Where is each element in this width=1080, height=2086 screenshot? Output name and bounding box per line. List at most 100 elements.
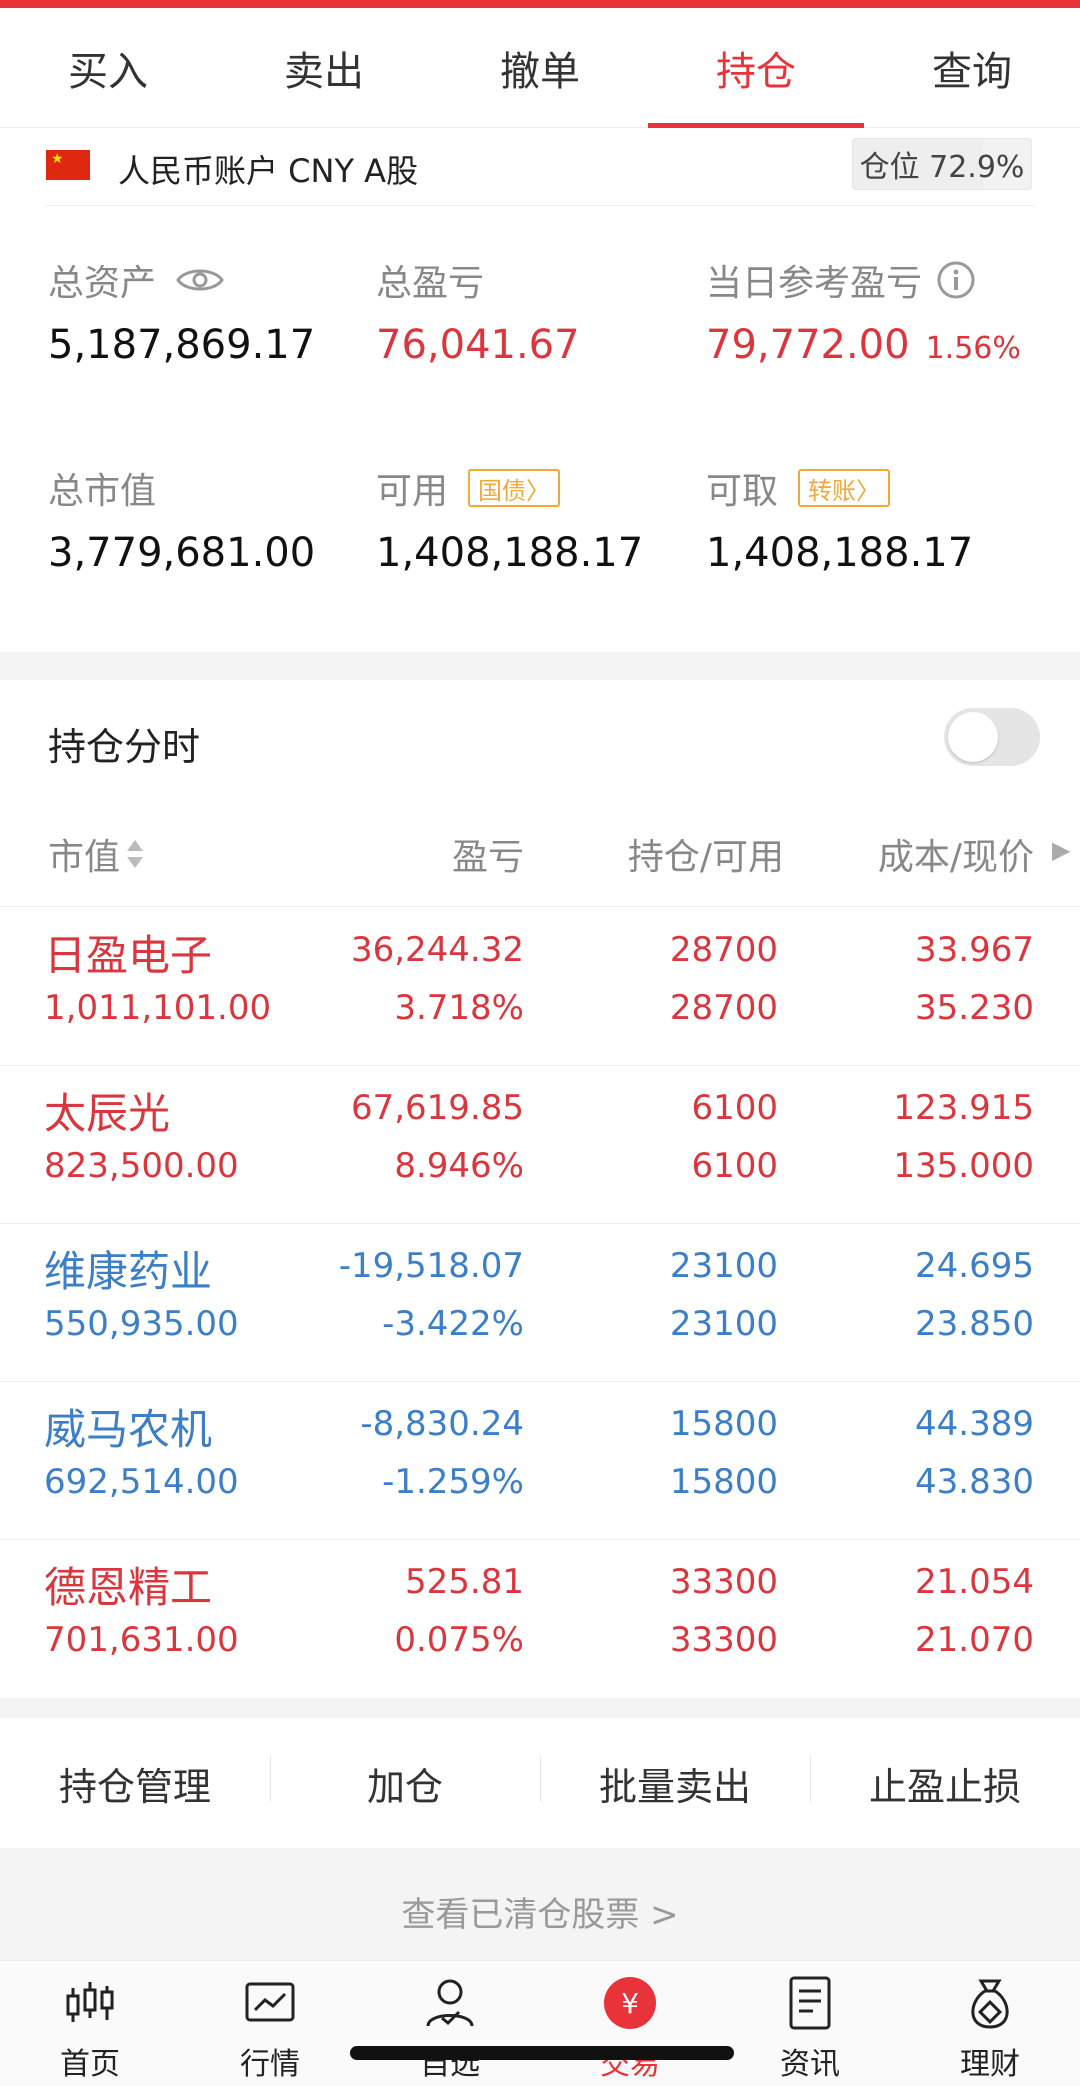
position-ratio-badge: 仓位 72.9% <box>852 138 1032 190</box>
add-position-button[interactable]: 加仓 <box>270 1755 540 1811</box>
table-row[interactable]: 日盈电子 1,011,101.00 36,244.32 3.718% 28700… <box>0 908 1080 1066</box>
treasury-bond-label: 国债 <box>478 476 527 505</box>
stock-cost: 44.389 <box>915 1404 1034 1444</box>
holdings-actions-bar: 持仓管理 加仓 批量卖出 止盈止损 <box>0 1718 1080 1848</box>
transfer-label: 转账 <box>808 476 857 505</box>
treasury-bond-link[interactable]: 国债〉 <box>468 469 561 507</box>
nav-label: 理财 <box>960 2047 1020 2082</box>
day-pl-percent: 1.56% <box>925 331 1021 366</box>
stock-price: 43.830 <box>915 1462 1034 1502</box>
stock-available: 23100 <box>669 1304 778 1344</box>
stock-available: 6100 <box>691 1146 778 1186</box>
market-value-label: 总市值 <box>48 471 157 512</box>
table-row[interactable]: 维康药业 550,935.00 -19,518.07 -3.422% 23100… <box>0 1224 1080 1382</box>
tab-buy[interactable]: 买入 <box>0 8 216 127</box>
transfer-link[interactable]: 转账〉 <box>798 469 891 507</box>
stock-market-value: 1,011,101.00 <box>44 988 272 1028</box>
stock-position: 6100 <box>691 1088 778 1128</box>
account-label: 人民币账户 CNY A股 <box>118 152 419 190</box>
stock-name: 维康药业 <box>44 1247 213 1296</box>
scroll-right-icon[interactable]: ▶ <box>1052 836 1070 864</box>
stock-position: 28700 <box>669 930 778 970</box>
stock-pl-percent: -3.422% <box>382 1304 524 1344</box>
tab-cancel[interactable]: 撤单 <box>432 8 648 127</box>
eye-icon[interactable] <box>176 265 224 295</box>
tab-query[interactable]: 查询 <box>864 8 1080 127</box>
nav-label: 行情 <box>240 2047 300 2082</box>
header-pl[interactable]: 盈亏 <box>452 828 524 880</box>
total-assets-label-text: 总资产 <box>48 263 157 304</box>
account-row[interactable]: ★ 人民币账户 CNY A股 仓位 72.9% <box>0 128 1080 206</box>
view-cleared-stocks-link[interactable]: 查看已清仓股票 > <box>0 1848 1080 1974</box>
day-pl-label-text: 当日参考盈亏 <box>706 263 923 304</box>
header-divider <box>0 906 1080 907</box>
stock-position: 15800 <box>669 1404 778 1444</box>
holdings-intraday-toggle[interactable] <box>944 708 1040 766</box>
header-market-value[interactable]: 市值 <box>48 828 146 880</box>
sort-icon <box>127 840 144 868</box>
table-row[interactable]: 德恩精工 701,631.00 525.81 0.075% 33300 3330… <box>0 1540 1080 1698</box>
stock-pl: 36,244.32 <box>350 930 524 970</box>
stock-pl: 525.81 <box>405 1562 524 1602</box>
chevron-right-icon: 〉 <box>526 476 551 505</box>
stock-position: 33300 <box>669 1562 778 1602</box>
available-label-text: 可用 <box>376 471 449 512</box>
yuan-icon: ¥ <box>600 1973 660 2033</box>
stock-cost: 24.695 <box>915 1246 1034 1286</box>
nav-wealth[interactable]: 理财 <box>900 1961 1080 2086</box>
trade-tabs: 买入 卖出 撤单 持仓 查询 <box>0 8 1080 128</box>
svg-text:¥: ¥ <box>621 1987 639 2020</box>
stock-price: 21.070 <box>915 1620 1034 1660</box>
stock-cost: 123.915 <box>893 1088 1034 1128</box>
table-row[interactable]: 太辰光 823,500.00 67,619.85 8.946% 6100 610… <box>0 1066 1080 1224</box>
withdrawable-value: 1,408,188.17 <box>706 530 974 576</box>
header-position-available[interactable]: 持仓/可用 <box>628 828 784 880</box>
nav-home[interactable]: 首页 <box>0 1961 180 2086</box>
day-pl-label: 当日参考盈亏 <box>706 254 976 306</box>
stock-available: 28700 <box>669 988 778 1028</box>
divider <box>46 205 1034 206</box>
tab-holdings[interactable]: 持仓 <box>648 8 864 128</box>
holdings-intraday-title: 持仓分时 <box>48 725 201 769</box>
stock-market-value: 823,500.00 <box>44 1146 239 1186</box>
nav-trade[interactable]: ¥ 交易 <box>540 1961 720 2086</box>
withdrawable-label-text: 可取 <box>706 471 779 512</box>
stock-pl-percent: 3.718% <box>394 988 524 1028</box>
total-pl-value: 76,041.67 <box>376 322 580 368</box>
stock-available: 15800 <box>669 1462 778 1502</box>
stock-pl-percent: 0.075% <box>394 1620 524 1660</box>
stock-pl: -19,518.07 <box>338 1246 524 1286</box>
manage-holdings-button[interactable]: 持仓管理 <box>0 1756 270 1811</box>
take-profit-stop-loss-button[interactable]: 止盈止损 <box>810 1755 1080 1811</box>
stock-price: 23.850 <box>915 1304 1034 1344</box>
info-icon[interactable] <box>936 260 976 300</box>
home-indicator <box>350 2046 734 2060</box>
section-gap <box>0 1698 1080 1718</box>
stock-cost: 21.054 <box>915 1562 1034 1602</box>
stock-available: 33300 <box>669 1620 778 1660</box>
stock-pl-percent: 8.946% <box>394 1146 524 1186</box>
total-pl-label: 总盈亏 <box>376 263 485 304</box>
nav-news[interactable]: 资讯 <box>720 1961 900 2086</box>
stock-pl-percent: -1.259% <box>382 1462 524 1502</box>
stock-market-value: 701,631.00 <box>44 1620 239 1660</box>
tab-sell[interactable]: 卖出 <box>216 8 432 127</box>
stock-pl: -8,830.24 <box>360 1404 524 1444</box>
table-row[interactable]: 威马农机 692,514.00 -8,830.24 -1.259% 15800 … <box>0 1382 1080 1540</box>
total-assets-label: 总资产 <box>48 254 224 306</box>
batch-sell-button[interactable]: 批量卖出 <box>540 1755 810 1811</box>
nav-label: 首页 <box>60 2047 120 2082</box>
total-assets-value: 5,187,869.17 <box>48 322 316 368</box>
nav-watchlist[interactable]: 自选 <box>360 1961 540 2086</box>
top-accent-strip <box>0 0 1080 8</box>
chart-icon <box>240 1973 300 2033</box>
stock-name: 太辰光 <box>44 1089 171 1138</box>
stock-name: 德恩精工 <box>44 1563 213 1612</box>
withdrawable-label: 可取 转账〉 <box>706 462 891 514</box>
market-value-value: 3,779,681.00 <box>48 530 316 576</box>
header-cost-price[interactable]: 成本/现价 <box>878 828 1034 880</box>
stock-pl: 67,619.85 <box>350 1088 524 1128</box>
stock-price: 35.230 <box>915 988 1034 1028</box>
china-flag-icon: ★ <box>46 150 90 180</box>
nav-market[interactable]: 行情 <box>180 1961 360 2086</box>
